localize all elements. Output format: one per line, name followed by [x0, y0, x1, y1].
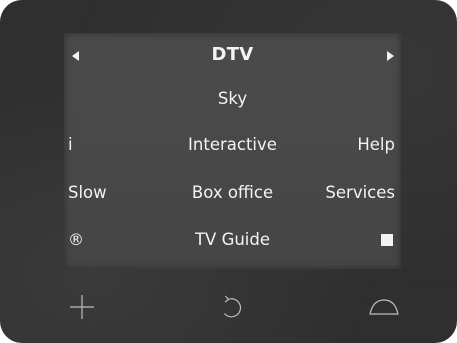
arrow-right-icon[interactable]	[376, 42, 404, 70]
bottom-controls	[0, 290, 457, 326]
tv-guide-button[interactable]: TV Guide	[195, 226, 270, 254]
remote-device: DTV Sky i Interactive Help Slow Box offi…	[0, 0, 457, 343]
plus-icon[interactable]	[65, 290, 99, 324]
sky-button[interactable]: Sky	[218, 85, 247, 113]
help-button[interactable]: Help	[357, 131, 395, 159]
menu-row-4: ® TV Guide	[64, 226, 401, 254]
interactive-button[interactable]: Interactive	[188, 131, 277, 159]
box-office-button[interactable]: Box office	[192, 179, 273, 207]
screen-title: DTV	[211, 44, 254, 65]
stop-square-icon[interactable]	[381, 234, 393, 246]
dome-icon[interactable]	[367, 290, 401, 324]
menu-row-2: i Interactive Help	[64, 131, 401, 159]
menu-row-3: Slow Box office Services	[64, 179, 401, 207]
services-button[interactable]: Services	[325, 179, 395, 207]
back-icon[interactable]	[214, 290, 248, 324]
display-screen: DTV Sky i Interactive Help Slow Box offi…	[64, 33, 401, 269]
menu-row-sky: Sky	[64, 85, 401, 113]
